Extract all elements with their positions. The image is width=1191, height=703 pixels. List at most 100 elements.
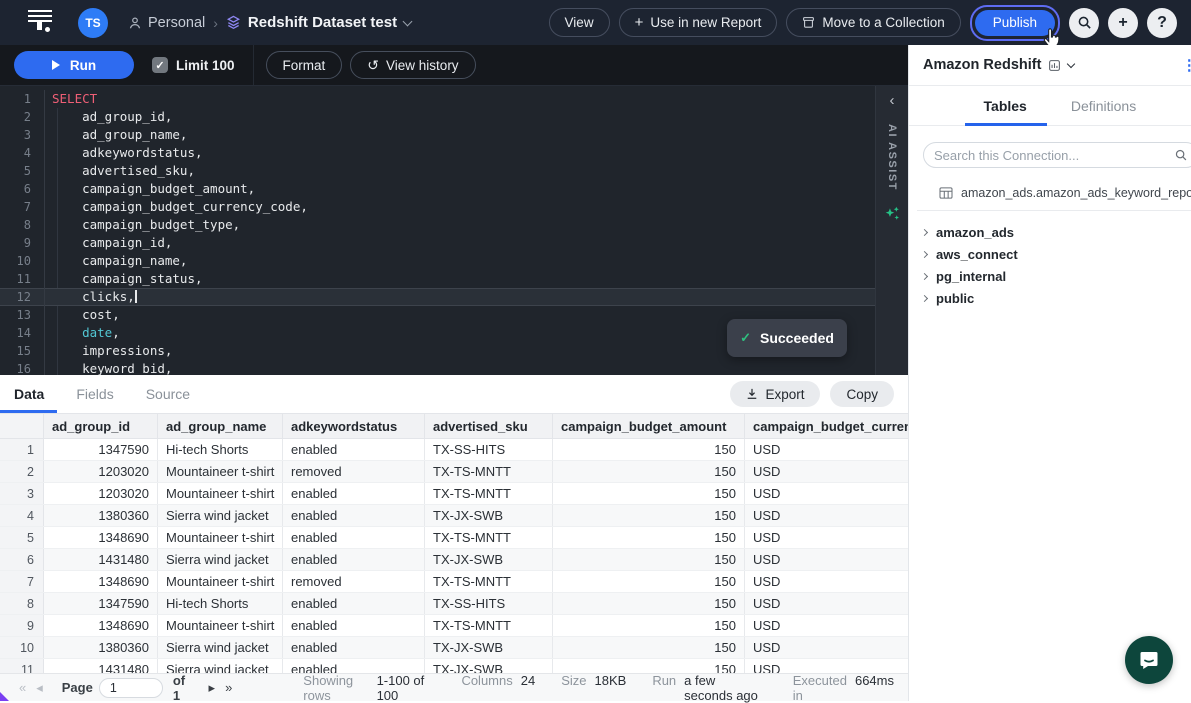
code-line[interactable]: 11 campaign_status, xyxy=(0,270,875,288)
chevron-down-icon[interactable] xyxy=(403,16,413,26)
avatar[interactable]: TS xyxy=(78,8,108,38)
table-cell[interactable]: USD xyxy=(745,505,908,526)
prev-page-button[interactable]: ◂ xyxy=(31,680,48,696)
sparkle-icon[interactable] xyxy=(884,205,901,222)
table-cell[interactable]: TX-TS-MNTT xyxy=(425,527,553,548)
tab-tables[interactable]: Tables xyxy=(984,98,1027,114)
table-cell[interactable]: Mountaineer t-shirt xyxy=(158,527,283,548)
table-cell[interactable]: 1347590 xyxy=(44,593,158,614)
row-number[interactable]: 6 xyxy=(0,549,44,570)
page-input[interactable] xyxy=(99,678,163,698)
table-cell[interactable]: USD xyxy=(745,659,908,673)
row-number[interactable]: 10 xyxy=(0,637,44,658)
table-cell[interactable]: 150 xyxy=(553,439,745,460)
row-number[interactable]: 2 xyxy=(0,461,44,482)
code-line[interactable]: 7 campaign_budget_currency_code, xyxy=(0,198,875,216)
create-new-button[interactable]: + xyxy=(1108,8,1138,38)
connection-selector[interactable]: Amazon Redshift xyxy=(923,57,1074,73)
table-cell[interactable]: 1348690 xyxy=(44,615,158,636)
code-line[interactable]: 3 ad_group_name, xyxy=(0,126,875,144)
table-cell[interactable]: 1431480 xyxy=(44,549,158,570)
recent-table-item[interactable]: amazon_ads.amazon_ads_keyword_report xyxy=(909,178,1191,210)
code-line[interactable]: 16 keyword_bid, xyxy=(0,360,875,375)
table-cell[interactable]: 1348690 xyxy=(44,571,158,592)
view-button[interactable]: View xyxy=(549,8,610,37)
format-button[interactable]: Format xyxy=(266,51,343,79)
table-cell[interactable]: enabled xyxy=(283,659,425,673)
table-row[interactable]: 81347590Hi-tech ShortsenabledTX-SS-HITS1… xyxy=(0,593,908,615)
row-number[interactable]: 9 xyxy=(0,615,44,636)
next-page-button[interactable]: ▸ xyxy=(204,680,221,696)
table-cell[interactable]: 150 xyxy=(553,571,745,592)
connection-search-input[interactable] xyxy=(934,148,1166,163)
code-line[interactable]: 6 campaign_budget_amount, xyxy=(0,180,875,198)
table-cell[interactable]: enabled xyxy=(283,483,425,504)
table-cell[interactable]: TX-TS-MNTT xyxy=(425,615,553,636)
table-cell[interactable]: TX-JX-SWB xyxy=(425,505,553,526)
row-number[interactable]: 5 xyxy=(0,527,44,548)
export-button[interactable]: Export xyxy=(730,381,820,407)
code-line[interactable]: 8 campaign_budget_type, xyxy=(0,216,875,234)
table-row[interactable]: 31203020Mountaineer t-shirtenabledTX-TS-… xyxy=(0,483,908,505)
collapse-panel-icon[interactable]: ‹ xyxy=(890,94,895,108)
column-header[interactable]: adkeywordstatus xyxy=(283,414,425,438)
table-cell[interactable]: 150 xyxy=(553,483,745,504)
table-cell[interactable]: Sierra wind jacket xyxy=(158,549,283,570)
table-cell[interactable]: Sierra wind jacket xyxy=(158,505,283,526)
code-line[interactable]: 4 adkeywordstatus, xyxy=(0,144,875,162)
table-cell[interactable]: USD xyxy=(745,461,908,482)
table-cell[interactable]: USD xyxy=(745,439,908,460)
breadcrumb-workspace[interactable]: Personal xyxy=(128,15,205,31)
row-number[interactable]: 4 xyxy=(0,505,44,526)
schema-item-aws_connect[interactable]: aws_connect xyxy=(909,243,1191,265)
table-cell[interactable]: enabled xyxy=(283,615,425,636)
table-cell[interactable]: 150 xyxy=(553,505,745,526)
column-header[interactable]: ad_group_name xyxy=(158,414,283,438)
column-header[interactable]: campaign_budget_amount xyxy=(553,414,745,438)
code-line[interactable]: 10 campaign_name, xyxy=(0,252,875,270)
table-cell[interactable]: removed xyxy=(283,461,425,482)
row-number[interactable]: 7 xyxy=(0,571,44,592)
table-cell[interactable]: enabled xyxy=(283,549,425,570)
column-header[interactable]: advertised_sku xyxy=(425,414,553,438)
code-line[interactable]: 9 campaign_id, xyxy=(0,234,875,252)
table-cell[interactable]: Sierra wind jacket xyxy=(158,637,283,658)
document-title[interactable]: Redshift Dataset test xyxy=(226,14,411,31)
schema-item-pg_internal[interactable]: pg_internal xyxy=(909,265,1191,287)
tab-fields[interactable]: Fields xyxy=(76,386,113,402)
row-number[interactable]: 8 xyxy=(0,593,44,614)
table-cell[interactable]: TX-JX-SWB xyxy=(425,549,553,570)
table-cell[interactable]: Mountaineer t-shirt xyxy=(158,461,283,482)
last-page-button[interactable]: » xyxy=(220,680,237,695)
limit-checkbox[interactable]: ✓ xyxy=(152,57,168,73)
table-cell[interactable]: 150 xyxy=(553,527,745,548)
table-cell[interactable]: USD xyxy=(745,571,908,592)
tab-data[interactable]: Data xyxy=(14,386,44,402)
table-cell[interactable]: Hi-tech Shorts xyxy=(158,593,283,614)
help-button[interactable]: ? xyxy=(1147,8,1177,38)
table-cell[interactable]: USD xyxy=(745,527,908,548)
search-button[interactable] xyxy=(1069,8,1099,38)
tab-source[interactable]: Source xyxy=(146,386,190,402)
code-line[interactable]: 2 ad_group_id, xyxy=(0,108,875,126)
view-history-button[interactable]: ↺ View history xyxy=(350,51,475,79)
schema-item-amazon_ads[interactable]: amazon_ads xyxy=(909,221,1191,243)
table-row[interactable]: 21203020Mountaineer t-shirtremovedTX-TS-… xyxy=(0,461,908,483)
table-row[interactable]: 111431480Sierra wind jacketenabledTX-JX-… xyxy=(0,659,908,673)
table-row[interactable]: 101380360Sierra wind jacketenabledTX-JX-… xyxy=(0,637,908,659)
table-cell[interactable]: 150 xyxy=(553,593,745,614)
table-row[interactable]: 41380360Sierra wind jacketenabledTX-JX-S… xyxy=(0,505,908,527)
table-cell[interactable]: 1203020 xyxy=(44,483,158,504)
table-cell[interactable]: Mountaineer t-shirt xyxy=(158,483,283,504)
column-header[interactable]: campaign_budget_currency_code xyxy=(745,414,908,438)
table-cell[interactable]: 150 xyxy=(553,637,745,658)
table-cell[interactable]: Mountaineer t-shirt xyxy=(158,615,283,636)
table-row[interactable]: 61431480Sierra wind jacketenabledTX-JX-S… xyxy=(0,549,908,571)
run-button[interactable]: Run xyxy=(14,51,134,79)
table-cell[interactable]: 1380360 xyxy=(44,637,158,658)
column-header[interactable]: ad_group_id xyxy=(44,414,158,438)
use-in-new-report-button[interactable]: + Use in new Report xyxy=(619,8,778,37)
row-number[interactable]: 11 xyxy=(0,659,44,673)
code-line[interactable]: 1SELECT xyxy=(0,90,875,108)
table-row[interactable]: 91348690Mountaineer t-shirtenabledTX-TS-… xyxy=(0,615,908,637)
